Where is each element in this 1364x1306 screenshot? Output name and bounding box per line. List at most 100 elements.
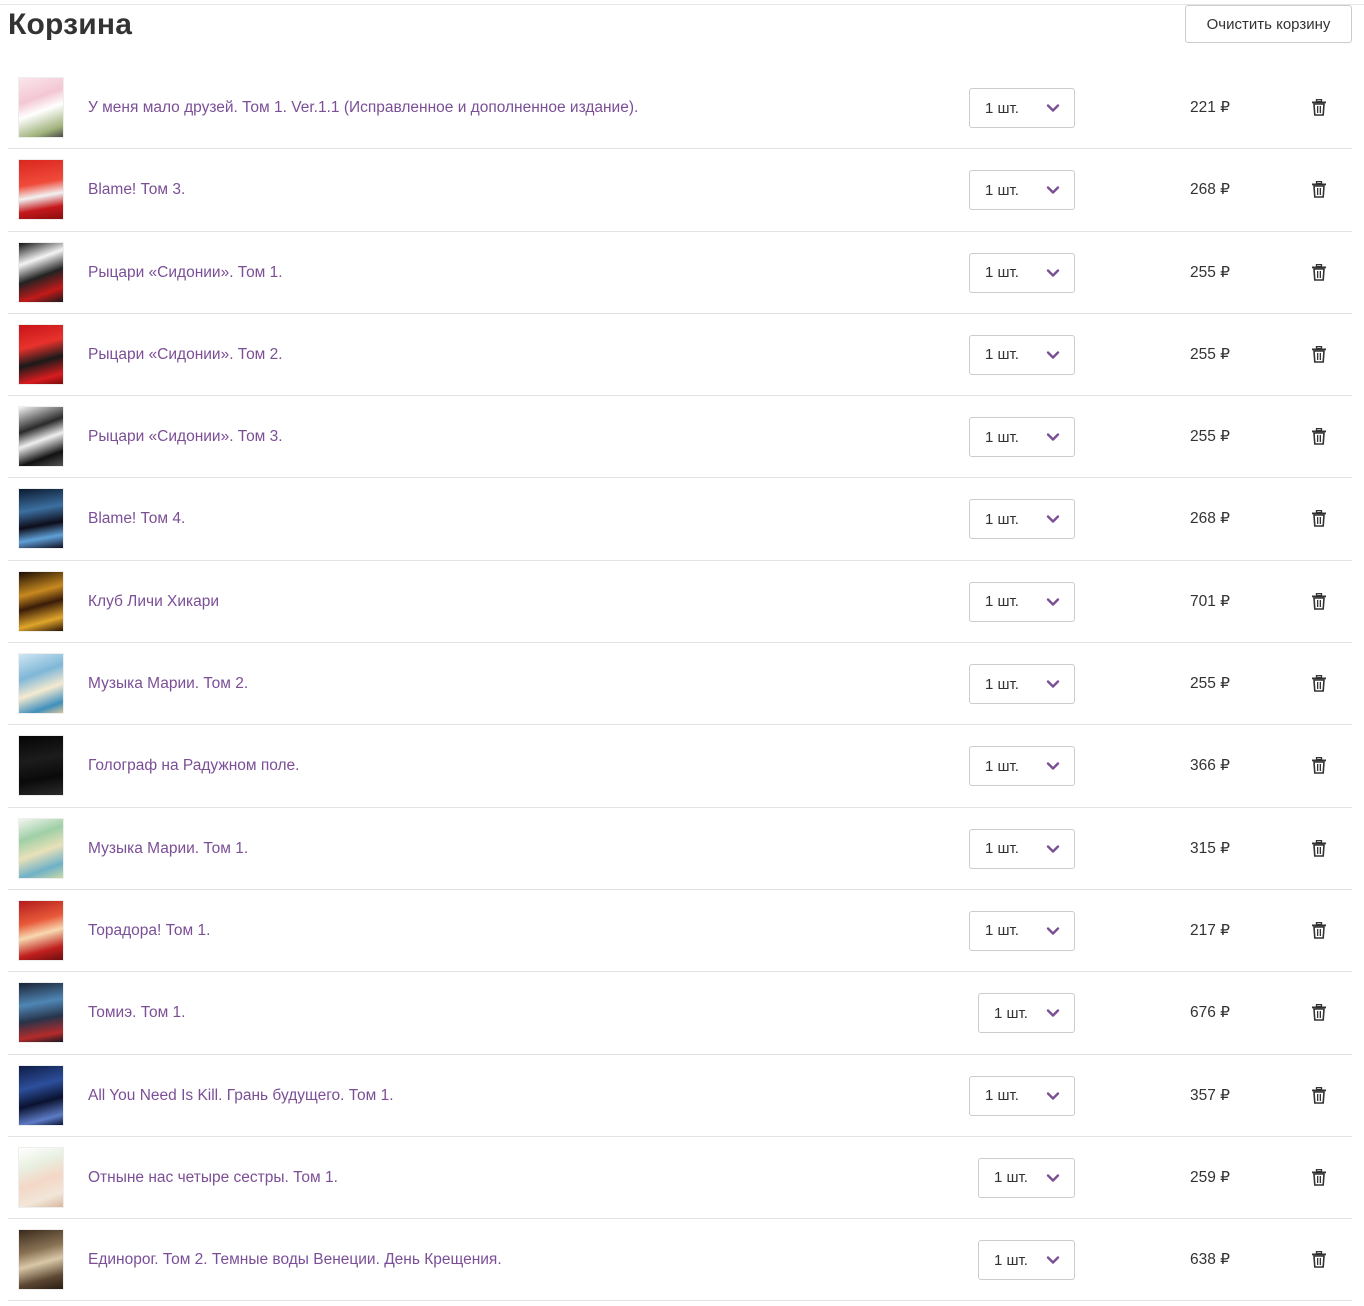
book-cover-image[interactable] bbox=[18, 570, 64, 632]
item-price: 315 ₽ bbox=[1189, 839, 1230, 857]
cart-item-row: All You Need Is Kill. Грань будущего. То… bbox=[8, 1055, 1352, 1137]
quantity-value: 1 шт. bbox=[985, 840, 1019, 858]
cart-item-row: У меня мало друзей. Том 1. Ver.1.1 (Испр… bbox=[8, 67, 1352, 150]
item-title-link[interactable]: Музыка Марии. Том 1. bbox=[88, 808, 248, 890]
book-cover-image[interactable] bbox=[18, 1064, 64, 1126]
item-title-link[interactable]: Рыцари «Сидонии». Том 2. bbox=[88, 314, 283, 396]
cart-item-row: Рыцари «Сидонии». Том 1. 1 шт. 255 ₽ bbox=[8, 232, 1352, 314]
book-cover-image[interactable] bbox=[18, 817, 64, 879]
item-price: 366 ₽ bbox=[1189, 757, 1230, 775]
trash-icon[interactable] bbox=[1311, 510, 1327, 528]
item-title-link[interactable]: Рыцари «Сидонии». Том 3. bbox=[88, 396, 283, 478]
chevron-down-icon bbox=[1046, 186, 1060, 194]
cart-item-row: Рыцари «Сидонии». Том 2. 1 шт. 255 ₽ bbox=[8, 314, 1352, 397]
chevron-down-icon bbox=[1046, 515, 1060, 524]
chevron-down-icon bbox=[1046, 680, 1060, 688]
item-price: 701 ₽ bbox=[1189, 592, 1230, 610]
trash-icon[interactable] bbox=[1311, 428, 1327, 445]
trash-icon[interactable] bbox=[1311, 1086, 1327, 1104]
book-cover-image[interactable] bbox=[18, 323, 64, 385]
trash-icon[interactable] bbox=[1311, 181, 1327, 199]
quantity-value: 1 шт. bbox=[985, 675, 1019, 693]
chevron-down-icon bbox=[1046, 844, 1060, 853]
cart-item-row: Торадора! Том 1. 1 шт. 217 ₽ bbox=[8, 890, 1352, 973]
trash-icon[interactable] bbox=[1311, 592, 1327, 610]
quantity-select[interactable]: 1 шт. bbox=[969, 746, 1075, 787]
book-cover-image[interactable] bbox=[18, 159, 64, 221]
trash-icon[interactable] bbox=[1311, 263, 1327, 281]
trash-icon[interactable] bbox=[1311, 345, 1327, 363]
book-cover-image[interactable] bbox=[18, 982, 64, 1044]
item-title-link[interactable]: У меня мало друзей. Том 1. Ver.1.1 (Испр… bbox=[88, 67, 638, 149]
trash-icon[interactable] bbox=[1311, 99, 1327, 116]
quantity-value: 1 шт. bbox=[985, 428, 1019, 446]
item-price: 357 ₽ bbox=[1189, 1086, 1230, 1104]
item-title-link[interactable]: Томиэ. Том 1. bbox=[88, 972, 185, 1054]
chevron-down-icon bbox=[1046, 351, 1060, 359]
quantity-value: 1 шт. bbox=[994, 1169, 1028, 1187]
trash-icon[interactable] bbox=[1311, 839, 1327, 857]
quantity-select[interactable]: 1 шт. bbox=[969, 664, 1075, 705]
book-cover-image[interactable] bbox=[18, 488, 64, 550]
item-price: 638 ₽ bbox=[1189, 1251, 1230, 1269]
cart-item-row: Рыцари «Сидонии». Том 3. 1 шт. 255 ₽ bbox=[8, 396, 1352, 479]
quantity-select[interactable]: 1 шт. bbox=[969, 581, 1075, 622]
item-price: 255 ₽ bbox=[1189, 428, 1230, 446]
item-title-link[interactable]: Blame! Том 3. bbox=[88, 149, 185, 231]
cart-item-row: Музыка Марии. Том 2. 1 шт. 255 ₽ bbox=[8, 643, 1352, 726]
book-cover-image[interactable] bbox=[18, 735, 64, 797]
item-title-link[interactable]: Клуб Личи Хикари bbox=[88, 561, 219, 643]
item-title-link[interactable]: Торадора! Том 1. bbox=[88, 890, 210, 972]
trash-icon[interactable] bbox=[1311, 675, 1327, 692]
quantity-select[interactable]: 1 шт. bbox=[969, 252, 1075, 293]
item-title-link[interactable]: Голограф на Радужном поле. bbox=[88, 725, 299, 807]
trash-icon[interactable] bbox=[1311, 757, 1327, 775]
item-price: 268 ₽ bbox=[1189, 181, 1230, 199]
quantity-select[interactable]: 1 шт. bbox=[969, 417, 1075, 458]
quantity-select[interactable]: 1 шт. bbox=[978, 1240, 1075, 1281]
cart-item-row: Blame! Том 4. 1 шт. 268 ₽ bbox=[8, 478, 1352, 561]
quantity-select[interactable]: 1 шт. bbox=[969, 88, 1075, 128]
item-title-link[interactable]: Единорог. Том 2. Темные воды Венеции. Де… bbox=[88, 1219, 502, 1301]
chevron-down-icon bbox=[1046, 268, 1060, 277]
quantity-value: 1 шт. bbox=[985, 99, 1019, 117]
quantity-select[interactable]: 1 шт. bbox=[969, 170, 1075, 211]
quantity-select[interactable]: 1 шт. bbox=[978, 1157, 1075, 1198]
book-cover-image[interactable] bbox=[18, 241, 64, 303]
trash-icon[interactable] bbox=[1311, 1004, 1327, 1022]
quantity-select[interactable]: 1 шт. bbox=[969, 334, 1075, 375]
book-cover-image[interactable] bbox=[18, 653, 64, 715]
quantity-value: 1 шт. bbox=[994, 1251, 1028, 1269]
clear-cart-button[interactable]: Очистить корзину bbox=[1185, 5, 1352, 43]
item-title-link[interactable]: Музыка Марии. Том 2. bbox=[88, 643, 248, 725]
item-price: 255 ₽ bbox=[1189, 263, 1230, 281]
quantity-select[interactable]: 1 шт. bbox=[969, 828, 1075, 869]
book-cover-image[interactable] bbox=[18, 406, 64, 468]
chevron-down-icon bbox=[1046, 1009, 1060, 1017]
item-price: 255 ₽ bbox=[1189, 675, 1230, 693]
quantity-select[interactable]: 1 шт. bbox=[978, 993, 1075, 1034]
trash-icon[interactable] bbox=[1311, 1251, 1327, 1268]
top-divider bbox=[0, 4, 1364, 5]
item-title-link[interactable]: Рыцари «Сидонии». Том 1. bbox=[88, 232, 283, 314]
item-title-link[interactable]: Отныне нас четыре сестры. Том 1. bbox=[88, 1137, 338, 1219]
trash-icon[interactable] bbox=[1311, 1168, 1327, 1186]
trash-icon[interactable] bbox=[1311, 921, 1327, 939]
quantity-select[interactable]: 1 шт. bbox=[969, 910, 1075, 951]
quantity-select[interactable]: 1 шт. bbox=[969, 1075, 1075, 1116]
quantity-value: 1 шт. bbox=[985, 1087, 1019, 1105]
item-price: 217 ₽ bbox=[1189, 921, 1230, 939]
chevron-down-icon bbox=[1046, 598, 1060, 606]
chevron-down-icon bbox=[1046, 1091, 1060, 1100]
book-cover-image[interactable] bbox=[18, 1146, 64, 1208]
item-title-link[interactable]: Blame! Том 4. bbox=[88, 478, 185, 560]
quantity-select[interactable]: 1 шт. bbox=[969, 499, 1075, 540]
book-cover-image[interactable] bbox=[18, 77, 64, 138]
quantity-value: 1 шт. bbox=[985, 181, 1019, 199]
book-cover-image[interactable] bbox=[18, 1229, 64, 1291]
page-title: Корзина bbox=[8, 8, 133, 41]
cart-item-row: Голограф на Радужном поле. 1 шт. 366 ₽ bbox=[8, 725, 1352, 808]
book-cover-image[interactable] bbox=[18, 899, 64, 961]
cart-item-row: Единорог. Том 2. Темные воды Венеции. Де… bbox=[8, 1219, 1352, 1302]
item-title-link[interactable]: All You Need Is Kill. Грань будущего. То… bbox=[88, 1055, 394, 1137]
